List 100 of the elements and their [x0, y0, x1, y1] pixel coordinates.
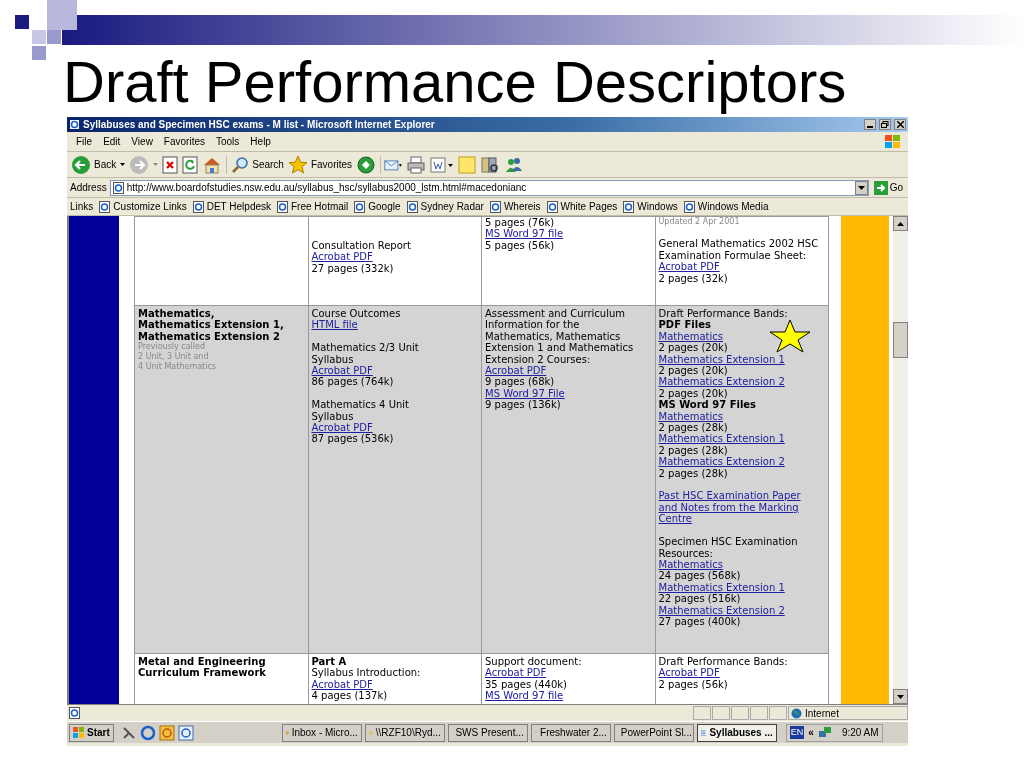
stop-icon[interactable] [162, 155, 179, 174]
search-icon [231, 155, 250, 174]
cell-link[interactable]: Mathematics [658, 558, 723, 571]
cell-text: 35 pages (440k) [485, 678, 567, 691]
research-icon[interactable] [480, 155, 501, 174]
menu-item[interactable]: File [71, 133, 98, 150]
scrollbar[interactable] [893, 216, 908, 704]
clock: 9:20 AM [841, 726, 879, 740]
cell-text: Mathematics 4 Unit Syllabus [311, 399, 410, 423]
link-item[interactable]: DET Helpdesk [192, 199, 271, 214]
cell-link[interactable]: Acrobat PDF [485, 365, 547, 377]
cell-link[interactable]: Acrobat PDF [485, 667, 547, 679]
scroll-up-button[interactable] [893, 216, 908, 231]
taskbar-button[interactable]: Inbox - Micro... [281, 723, 362, 742]
dropdown-button[interactable] [854, 180, 868, 195]
menu-item[interactable]: View [126, 133, 158, 150]
cell-text: 9 pages (68k) [485, 376, 555, 388]
cell-link[interactable]: Mathematics [658, 410, 723, 423]
document-edit-icon[interactable] [430, 155, 455, 174]
outlook-icon[interactable] [158, 724, 175, 741]
menu-item[interactable]: Favorites [158, 133, 210, 150]
cell-link[interactable]: Mathematics Extension 1 [658, 581, 785, 594]
globe-icon [791, 707, 802, 719]
browser-icon[interactable] [139, 724, 156, 741]
cell-link[interactable]: Acrobat PDF [311, 365, 373, 377]
cell-text: 9 pages (136k) [485, 399, 561, 411]
cell-text: Consultation Report [311, 239, 411, 252]
cell-link[interactable]: Acrobat PDF [658, 667, 720, 679]
cell-heading: Part A [311, 656, 347, 668]
links-label: Links [70, 200, 94, 214]
cell-link[interactable]: Acrobat PDF [311, 251, 373, 263]
page-icon [489, 200, 501, 213]
cell-link[interactable]: Mathematics Extension 1 [658, 433, 785, 445]
cell-link[interactable]: Mathematics [658, 330, 723, 343]
scroll-thumb[interactable] [893, 322, 908, 358]
link-item[interactable]: White Pages [546, 199, 618, 214]
minimize-button[interactable] [864, 119, 876, 130]
browser-icon[interactable] [177, 724, 194, 741]
link-item[interactable]: Google [354, 199, 401, 214]
refresh-icon[interactable] [182, 155, 199, 174]
link-item[interactable]: Free Hotmail [277, 199, 349, 214]
cell-text: Mathematics 2/3 Unit Syllabus [311, 342, 419, 365]
go-button[interactable]: Go [871, 180, 905, 195]
taskbar-button[interactable]: Freshwater 2... [530, 723, 611, 742]
link-item[interactable]: Windows Media [683, 199, 769, 214]
cell-note: Updated 2 Apr 2001 [658, 217, 740, 227]
cell-link[interactable]: Past HSC Examination Paper and Notes from the Marking Centre [658, 490, 801, 525]
favorites-button[interactable]: Favorites [287, 155, 353, 174]
security-zone-label: Internet [805, 706, 839, 721]
cell-link[interactable]: Mathematics Extension 2 [658, 604, 785, 616]
menu-item[interactable]: Help [245, 133, 276, 150]
caret-icon[interactable] [120, 163, 126, 166]
maximize-button[interactable] [879, 119, 891, 130]
cell-link[interactable]: Mathematics Extension 2 [658, 376, 785, 388]
link-item[interactable]: Customize Links [99, 199, 187, 214]
cell-link[interactable]: HTML file [311, 319, 358, 331]
cell-text: 2 pages (32k) [658, 272, 728, 284]
cell-text: Draft Performance Bands: [658, 656, 788, 668]
windows-logo-icon [884, 133, 902, 150]
start-button[interactable]: Start [69, 723, 114, 742]
link-item[interactable]: Windows [623, 199, 678, 214]
taskbar-button[interactable]: Syllabuses ... [696, 723, 777, 742]
expand-tray-button[interactable]: « [808, 725, 814, 740]
scroll-down-button[interactable] [893, 689, 908, 704]
page-icon [277, 200, 288, 213]
status-pane [731, 706, 749, 720]
cell-text: 86 pages (764k) [311, 376, 394, 388]
media-icon[interactable] [356, 154, 377, 175]
address-label: Address [70, 181, 107, 195]
cell-link[interactable]: Acrobat PDF [658, 261, 720, 273]
cell-text: 27 pages (400k) [658, 615, 741, 628]
status-pane [712, 706, 730, 720]
cell-link[interactable]: Mathematics Extension 2 [658, 456, 785, 468]
menu-item[interactable]: Edit [98, 133, 126, 150]
close-button[interactable] [894, 119, 906, 130]
link-item[interactable]: Sydney Radar [406, 199, 484, 214]
cell-text: Syllabus Introduction: [311, 667, 421, 679]
cell-text: Course Outcomes [311, 308, 401, 320]
cell-link[interactable]: MS Word 97 File [485, 387, 565, 400]
people-icon[interactable] [504, 155, 525, 174]
page-icon [354, 200, 366, 213]
link-item[interactable]: Whereis [489, 199, 541, 214]
taskbar-button[interactable]: PowerPoint Sl... [613, 723, 694, 742]
address-field[interactable]: http://www.boardofstudies.nsw.edu.au/syllabus_hsc/syllabus2000_lstm.html#macedonianc [109, 179, 869, 196]
cell-heading: Metal and Engineering Curriculum Framework [138, 656, 266, 679]
cell-link[interactable]: MS Word 97 file [485, 690, 564, 702]
network-icon[interactable] [817, 725, 832, 740]
search-button[interactable]: Search [226, 155, 284, 174]
menu-item[interactable]: Tools [211, 133, 245, 150]
minimize-icon [867, 125, 873, 129]
status-pane [693, 706, 711, 720]
taskbar-button[interactable]: SWS Present... [447, 723, 528, 742]
taskbar-button[interactable]: \\RZF10\Ryd... [364, 723, 445, 742]
language-indicator[interactable]: EN [789, 725, 805, 740]
cell-link[interactable]: Mathematics Extension 1 [658, 353, 785, 366]
back-button[interactable]: Back [71, 154, 117, 175]
cell-link[interactable]: Acrobat PDF [311, 678, 373, 691]
printer-icon[interactable] [406, 155, 427, 174]
cell-link[interactable]: Acrobat PDF [311, 422, 373, 434]
cell-link[interactable]: MS Word 97 file [485, 228, 564, 240]
